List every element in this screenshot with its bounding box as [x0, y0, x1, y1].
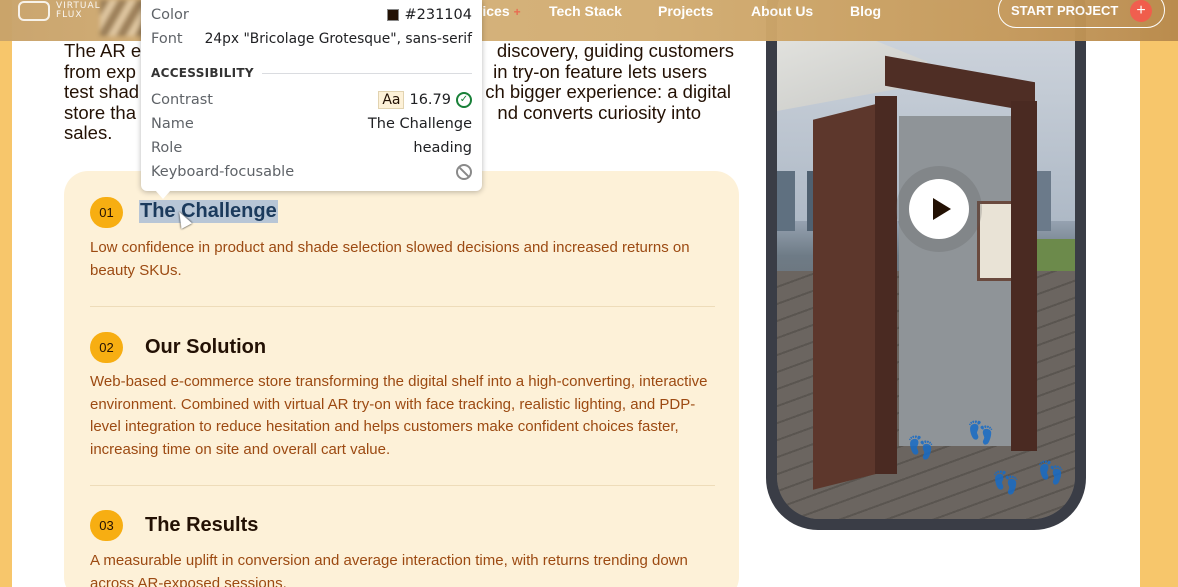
tooltip-value: #231104: [404, 7, 472, 23]
phone-mockup: 👣 👣 👣 👣: [766, 0, 1086, 530]
tooltip-key: Role: [151, 140, 183, 156]
nav-link-projects[interactable]: Projects: [658, 3, 713, 19]
prohibited-icon: [456, 164, 472, 180]
divider: [90, 485, 715, 486]
site-logo[interactable]: VIRTUAL FLUX: [18, 0, 101, 22]
intro-line-4-start: store tha: [64, 101, 136, 123]
portal-interior: [899, 116, 1011, 446]
item-number-badge: 01: [90, 197, 123, 228]
nav-link-blog[interactable]: Blog: [850, 3, 881, 19]
item-description: Low confidence in product and shade sele…: [90, 239, 690, 279]
play-icon: [909, 179, 969, 239]
tooltip-value: 24px "Bricolage Grotesque", sans-serif: [204, 31, 472, 47]
intro-line-1-start: The AR e: [64, 40, 142, 61]
start-project-label: START PROJECT: [1011, 2, 1119, 18]
item-heading: The Results: [145, 514, 259, 536]
portal-door: [813, 102, 883, 490]
portal-frame-left: [875, 96, 897, 474]
item-heading[interactable]: The Challenge: [139, 200, 278, 223]
tooltip-role-row: Role heading: [151, 138, 472, 158]
intro-line-4-end: nd converts curiosity into: [497, 101, 701, 123]
tooltip-color-row: Color #231104: [151, 5, 472, 25]
tooltip-key: Contrast: [151, 92, 213, 108]
tooltip-section-title: ACCESSIBILITY: [151, 66, 472, 80]
tooltip-key: Keyboard-focusable: [151, 164, 295, 180]
tooltip-pointer: [155, 190, 171, 199]
plus-icon: +: [513, 5, 521, 19]
check-circle-icon: ✓: [456, 92, 472, 108]
page-edge-left: [0, 0, 12, 587]
nav-link-about-us[interactable]: About Us: [751, 3, 813, 19]
play-button[interactable]: [896, 166, 982, 252]
intro-line-1-end: discovery, guiding customers: [496, 40, 734, 61]
divider: [90, 306, 715, 307]
intro-line-2-end: in try-on feature lets users: [493, 60, 707, 82]
intro-line-2-start: from exp: [64, 60, 136, 82]
tooltip-key: Font: [151, 31, 183, 47]
case-study-card: 01 The Challenge Low confidence in produ…: [64, 171, 739, 587]
tooltip-value: heading: [413, 140, 472, 156]
intro-line-3-end: ch bigger experience: a digital: [485, 81, 731, 102]
tooltip-key: Color: [151, 7, 189, 23]
item-description: Web-based e-commerce store transforming …: [90, 373, 708, 458]
footprint-icon: 👣: [1037, 461, 1065, 486]
tooltip-contrast-row: Contrast Aa 16.79 ✓: [151, 90, 472, 110]
contrast-sample: Aa: [378, 91, 405, 109]
item-heading: Our Solution: [145, 336, 267, 358]
plus-icon: +: [1130, 0, 1152, 22]
item-number-badge: 02: [90, 332, 123, 363]
tooltip-focus-row: Keyboard-focusable: [151, 162, 472, 182]
logo-mark-icon: [18, 1, 50, 21]
logo-text-2: FLUX: [56, 10, 83, 20]
tooltip-name-row: Name The Challenge: [151, 114, 472, 134]
page-edge-right: [1140, 0, 1178, 587]
tooltip-value: The Challenge: [367, 116, 472, 132]
item-description: A measurable uplift in conversion and av…: [90, 552, 688, 587]
tooltip-font-row: Font 24px "Bricolage Grotesque", sans-se…: [151, 29, 472, 49]
item-number-badge: 03: [90, 510, 123, 541]
footprint-icon: 👣: [907, 436, 935, 461]
color-swatch: [387, 9, 400, 21]
tooltip-key: Name: [151, 116, 194, 132]
footprint-icon: 👣: [992, 471, 1020, 496]
tooltip-value: 16.79: [409, 92, 451, 108]
footprint-icon: 👣: [967, 421, 995, 446]
devtools-inspect-tooltip: Color #231104 Font 24px "Bricolage Grote…: [141, 0, 482, 191]
ar-video-preview[interactable]: 👣 👣 👣 👣: [777, 0, 1075, 519]
start-project-button[interactable]: START PROJECT +: [998, 0, 1165, 28]
portal-frame-right: [1011, 101, 1037, 451]
nav-link-tech-stack[interactable]: Tech Stack: [549, 3, 622, 19]
intro-line-3-start: test shad: [64, 81, 140, 102]
